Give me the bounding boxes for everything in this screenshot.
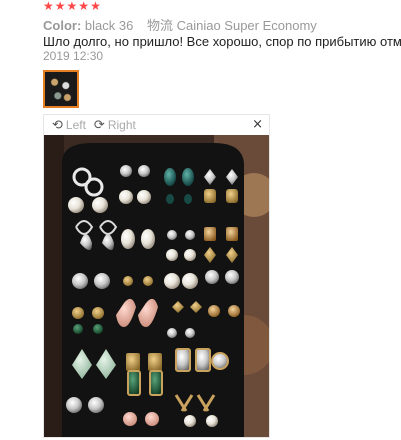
review-photo-thumbnail[interactable] [43,70,79,108]
close-icon[interactable]: × [252,117,263,132]
color-label: Color: [43,18,82,33]
rotate-left-label: Left [65,118,86,132]
review-photo [44,135,269,437]
rotate-right-button[interactable]: ⟳ Right [94,118,136,133]
review-text: Шло долго, но пришло! Все хорошо, спор п… [43,34,401,49]
color-value: black 36 [84,18,134,33]
rotate-right-label: Right [107,118,136,132]
shipping-label: 物流 [146,18,173,33]
thumbnail-image [45,72,77,106]
image-viewer: ⟲ Left ⟳ Right × [43,114,270,438]
earrings-photo-illustration [44,135,269,437]
viewer-toolbar: ⟲ Left ⟳ Right × [44,115,269,135]
shipping-value: Cainiao Super Economy [176,18,317,33]
star-icon: ★ [78,0,90,13]
rotate-left-button[interactable]: ⟲ Left [52,118,86,133]
rotate-left-icon: ⟲ [52,117,63,133]
star-icon: ★ [90,0,101,13]
star-icon: ★ [43,0,54,13]
rotate-right-icon: ⟳ [93,117,105,133]
star-icon: ★ [66,0,78,13]
review-date: 2019 12:30 [43,49,104,63]
star-icon: ★ [54,0,66,13]
rating-stars: ★ ★ ★ ★ ★ [43,0,101,12]
review-meta: Color: black 36 物流 Cainiao Super Economy [43,15,317,34]
